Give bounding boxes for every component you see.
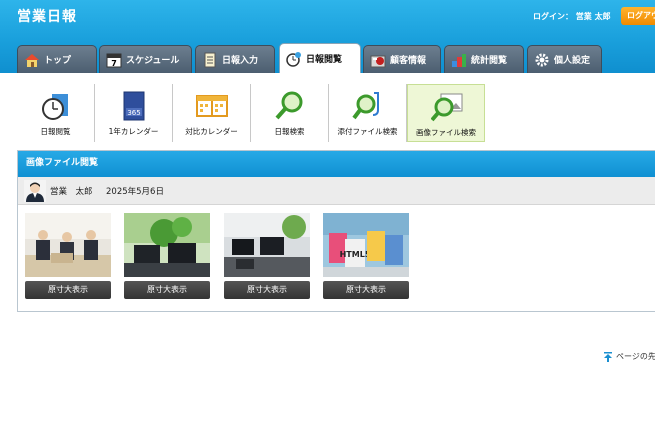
app-title: 営業日報 bbox=[17, 9, 77, 25]
page-top-link[interactable]: ページの先頭へ bbox=[603, 351, 655, 362]
login-info: ログイン： 営業 太郎 bbox=[533, 12, 611, 21]
clock-magnifier-icon bbox=[286, 51, 302, 67]
tab-label: トップ bbox=[44, 56, 72, 66]
gear-icon bbox=[534, 52, 550, 68]
page-top-label: ページの先頭へ bbox=[616, 352, 655, 361]
tab-schedule[interactable]: 7 スケジュール bbox=[99, 45, 192, 73]
report-date: 2025年5月6日 bbox=[106, 187, 164, 197]
tab-label: 日報入力 bbox=[222, 56, 259, 66]
panel-title: 画像ファイル閲覧 bbox=[18, 151, 655, 177]
search-icon bbox=[274, 90, 306, 122]
tab-customer-info[interactable]: 顧客情報 bbox=[363, 45, 441, 73]
tab-personal-settings[interactable]: 個人設定 bbox=[527, 45, 602, 73]
tab-report-view[interactable]: 日報閲覧 bbox=[279, 43, 361, 73]
svg-text:7: 7 bbox=[111, 59, 117, 68]
subnav-label: 日報閲覧 bbox=[40, 127, 71, 136]
subnav-label: 対比カレンダー bbox=[185, 127, 238, 136]
image-search-icon bbox=[430, 91, 463, 123]
subnav-year-calendar[interactable]: 365 1年カレンダー bbox=[95, 84, 173, 142]
home-icon bbox=[24, 52, 40, 68]
tab-label: 顧客情報 bbox=[390, 56, 427, 66]
subnav-attachment-search[interactable]: 添付ファイル検索 bbox=[329, 84, 407, 142]
sub-navigation: 日報閲覧 365 1年カレンダー 対比カレンダー 日報検索 添付ファイル検索 画… bbox=[17, 84, 497, 142]
avatar bbox=[24, 180, 46, 202]
fullsize-button[interactable]: 原寸大表示 bbox=[25, 281, 111, 299]
subnav-label: 画像ファイル検索 bbox=[416, 128, 476, 137]
logout-button[interactable]: ログアウト bbox=[621, 7, 655, 25]
tab-label: 日報閲覧 bbox=[306, 55, 343, 65]
image-thumbnail[interactable] bbox=[124, 213, 210, 277]
svg-text:HTML5: HTML5 bbox=[340, 250, 371, 259]
tab-label: スケジュール bbox=[126, 56, 180, 66]
subnav-report-search[interactable]: 日報検索 bbox=[251, 84, 329, 142]
subnav-report-view[interactable]: 日報閲覧 bbox=[17, 84, 95, 142]
image-viewer-panel: 画像ファイル閲覧 営業 太郎 2025年5月6日 HTML5 原寸大表示 原寸大… bbox=[17, 150, 655, 312]
clock-folder-icon bbox=[40, 90, 72, 122]
yearly-calendar-icon: 365 bbox=[118, 90, 150, 122]
user-name: 営業 太郎 bbox=[50, 187, 93, 197]
notepad-icon bbox=[202, 52, 218, 68]
tab-top[interactable]: トップ bbox=[17, 45, 97, 73]
app-header: 営業日報 ログイン： 営業 太郎 ログアウト トップ 7 スケジュール 日報入力… bbox=[0, 0, 655, 73]
tab-label: 個人設定 bbox=[554, 56, 591, 66]
subnav-label: 添付ファイル検索 bbox=[337, 127, 398, 136]
customer-icon bbox=[370, 52, 386, 68]
fullsize-button[interactable]: 原寸大表示 bbox=[224, 281, 310, 299]
arrow-up-icon bbox=[603, 351, 613, 362]
tab-statistics[interactable]: 統計閲覧 bbox=[444, 45, 524, 73]
tab-report-input[interactable]: 日報入力 bbox=[195, 45, 275, 73]
svg-text:365: 365 bbox=[127, 109, 140, 117]
subnav-label: 1年カレンダー bbox=[108, 127, 159, 136]
image-thumbnail[interactable] bbox=[25, 213, 111, 277]
fullsize-button[interactable]: 原寸大表示 bbox=[323, 281, 409, 299]
calendar-icon: 7 bbox=[106, 52, 122, 68]
image-thumbnail[interactable]: HTML5 bbox=[323, 213, 409, 277]
image-thumbnail[interactable] bbox=[224, 213, 310, 277]
subnav-label: 日報検索 bbox=[274, 127, 305, 136]
compare-calendar-icon bbox=[196, 90, 228, 122]
tab-label: 統計閲覧 bbox=[471, 56, 508, 66]
user-row: 営業 太郎 2025年5月6日 bbox=[18, 177, 655, 205]
subnav-compare-calendar[interactable]: 対比カレンダー bbox=[173, 84, 251, 142]
subnav-image-search[interactable]: 画像ファイル検索 bbox=[407, 84, 485, 142]
statistics-icon bbox=[451, 52, 467, 68]
fullsize-button[interactable]: 原寸大表示 bbox=[124, 281, 210, 299]
attachment-search-icon bbox=[352, 90, 384, 122]
